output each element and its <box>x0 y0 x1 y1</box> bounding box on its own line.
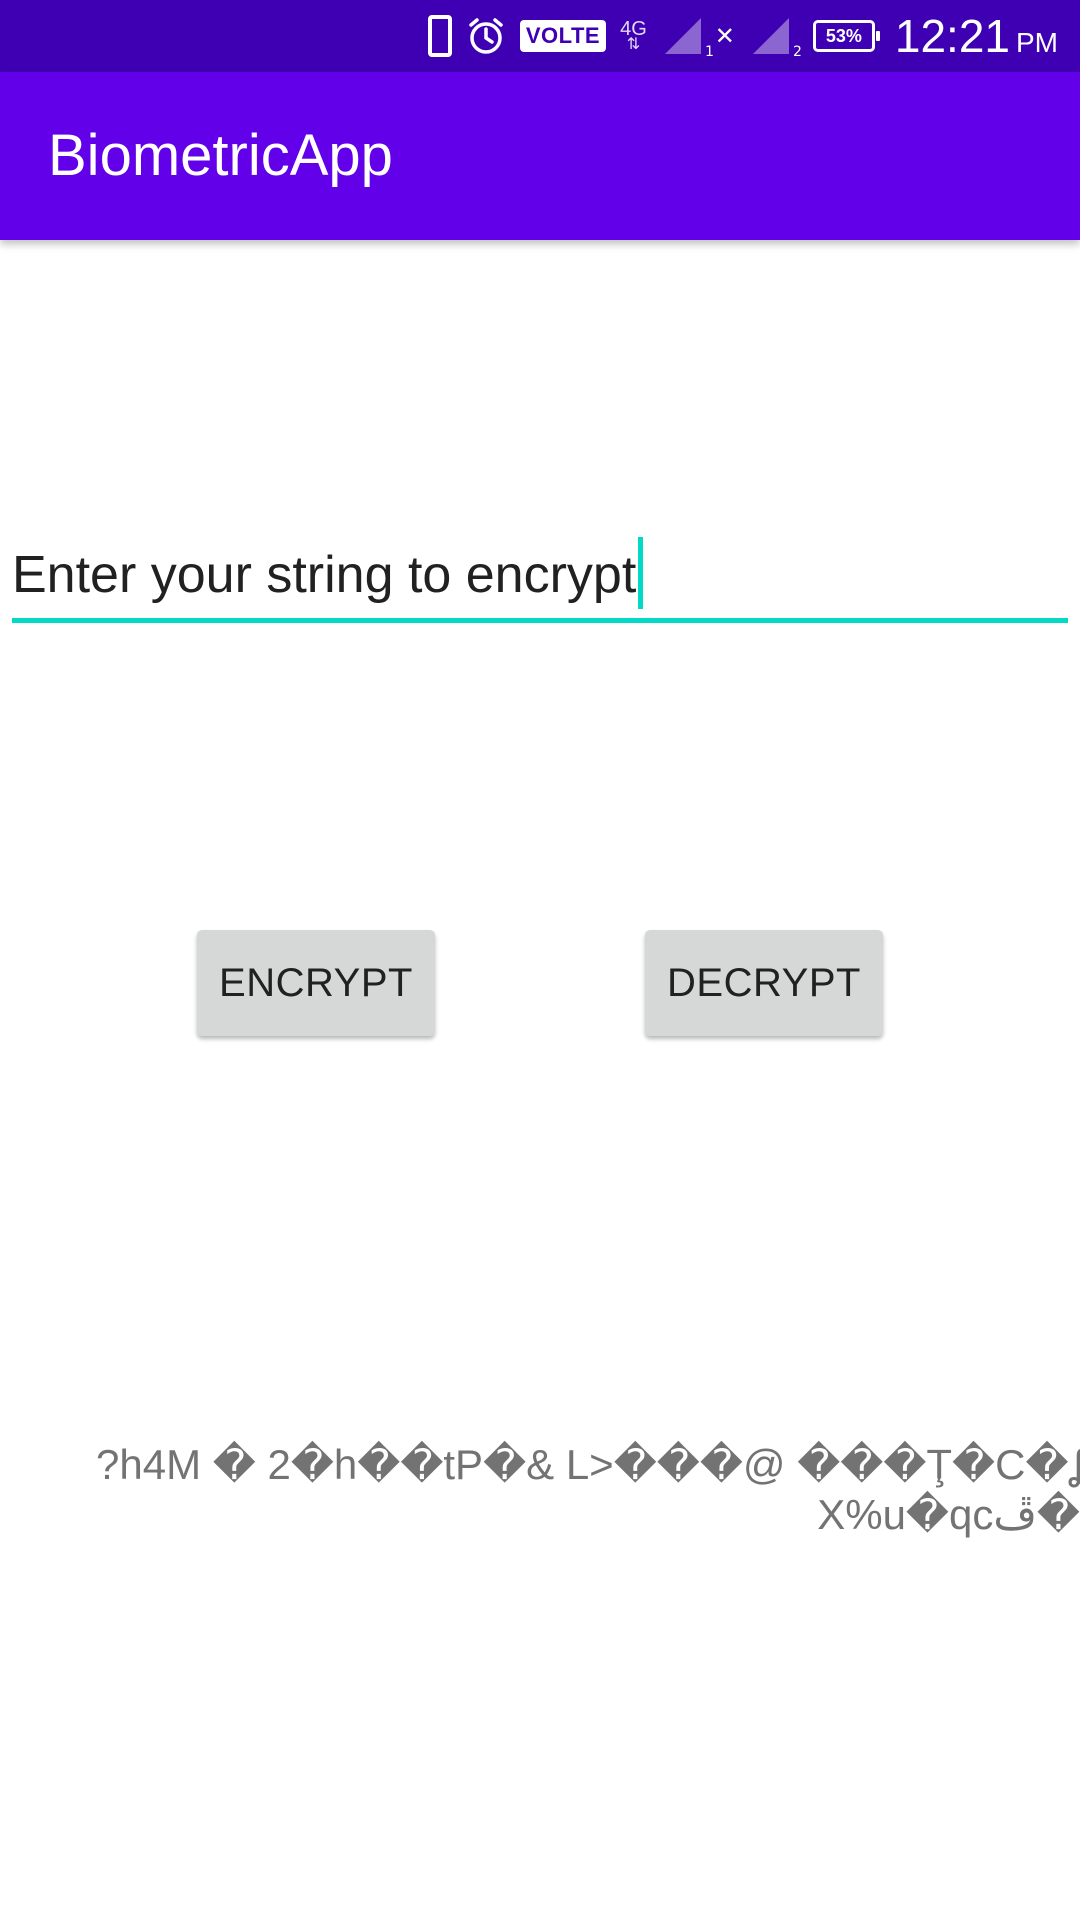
volte-badge: VOLTE <box>519 20 607 52</box>
encrypt-button[interactable]: ENCRYPT <box>197 930 435 1036</box>
encrypt-input[interactable]: Enter your string to encrypt <box>12 535 1068 623</box>
battery-level: 53% <box>825 25 862 46</box>
output-text: ?h4M � 2�h��tP�& L>���@ ���Ţ�C�ʆ X%u�qcڦ… <box>0 1440 1080 1540</box>
signal-icon: 1 <box>661 14 714 60</box>
encrypt-input-value: Enter your string to encrypt <box>12 546 637 604</box>
no-data-icon: ✕ <box>714 22 735 50</box>
status-bar: VOLTE 4G ⇅ 1 ✕ 2 53% 12:21 PM <box>0 0 1080 72</box>
signal-icon-sim2: 2 <box>749 14 802 60</box>
svg-text:1: 1 <box>705 44 714 58</box>
clock-ampm: PM <box>1016 27 1058 58</box>
svg-text:2: 2 <box>793 44 802 58</box>
encrypt-input-text[interactable]: Enter your string to encrypt <box>12 537 644 610</box>
battery-icon: 53% <box>812 20 880 52</box>
status-icons: VOLTE 4G ⇅ 1 ✕ 2 53% 12:21 PM <box>427 0 1058 72</box>
output-line-1: ?h4M � 2�h��tP�& L>���@ ���Ţ�C�ʆ <box>96 1441 1080 1488</box>
phone-icon <box>427 15 452 57</box>
decrypt-button[interactable]: DECRYPT <box>645 930 883 1036</box>
app-title: BiometricApp <box>48 123 393 188</box>
clock: 12:21 PM <box>895 9 1058 63</box>
input-underline <box>12 618 1068 623</box>
app-bar: BiometricApp <box>0 72 1080 240</box>
text-cursor <box>638 537 644 610</box>
clock-time: 12:21 <box>894 10 1010 62</box>
alarm-icon <box>466 16 506 56</box>
output-line-2: X%u�qcڦ� <box>817 1491 1080 1538</box>
network-type-icon: 4G ⇅ <box>620 18 647 53</box>
